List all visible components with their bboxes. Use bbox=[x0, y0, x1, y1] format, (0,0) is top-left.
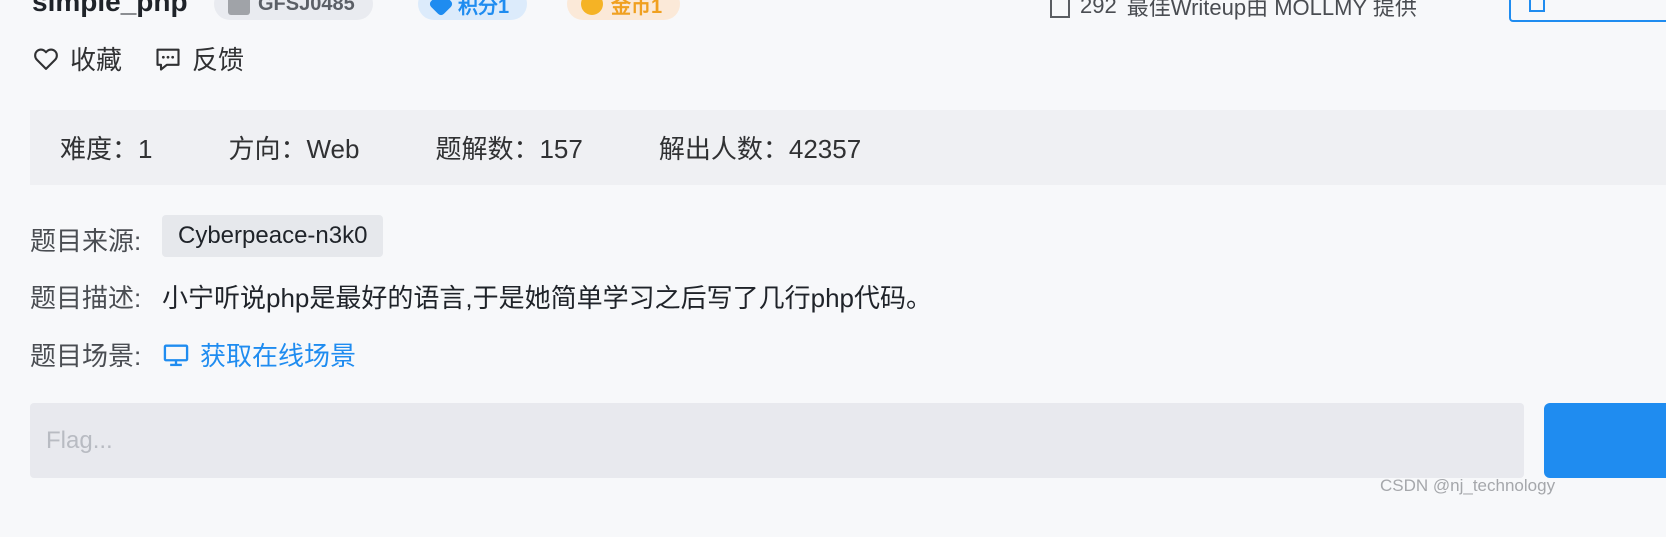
source-label: 题目来源: bbox=[30, 226, 142, 256]
favorite-label: 收藏 bbox=[70, 45, 123, 75]
user-badge-label: GFSJ0485 bbox=[258, 0, 355, 15]
writeup-info[interactable]: 292 最佳Writeup由 MOLLMY 提供 bbox=[1050, 0, 1417, 22]
solutions-count: 题解数：157 bbox=[435, 134, 583, 164]
coin-badge: 金币1 bbox=[567, 0, 681, 20]
source-tag[interactable]: Cyberpeace-n3k0 bbox=[162, 215, 384, 257]
get-scene-link[interactable]: 获取在线场景 bbox=[162, 336, 356, 373]
writeup-count: 292 bbox=[1080, 0, 1117, 18]
solvers-count: 解出人数：42357 bbox=[658, 134, 862, 164]
scene-label: 题目场景: bbox=[30, 341, 142, 371]
user-badge[interactable]: GFSJ0485 bbox=[214, 0, 373, 20]
flag-input[interactable] bbox=[30, 403, 1524, 478]
watermark: CSDN @nj_technology bbox=[1380, 476, 1556, 495]
coin-icon bbox=[581, 0, 603, 15]
score-icon bbox=[428, 0, 454, 17]
score-badge: 积分1 bbox=[418, 0, 528, 20]
coin-badge-label: 金币1 bbox=[611, 0, 663, 18]
description-text: 小宁听说php是最好的语言,于是她简单学习之后写了几行php代码。 bbox=[162, 283, 932, 313]
submit-flag-button[interactable] bbox=[1544, 403, 1666, 478]
description-label: 题目描述: bbox=[30, 283, 142, 313]
document-icon bbox=[1529, 0, 1545, 12]
writeup-count-icon bbox=[1050, 0, 1070, 18]
heart-icon bbox=[34, 47, 58, 70]
avatar-icon bbox=[228, 0, 250, 15]
writeup-text: 最佳Writeup由 MOLLMY 提供 bbox=[1126, 0, 1417, 20]
info-bar: 难度：1 方向：Web 题解数：157 解出人数：42357 bbox=[30, 110, 1666, 185]
score-badge-label: 积分1 bbox=[458, 0, 510, 18]
feedback-button[interactable]: 反馈 bbox=[154, 40, 244, 77]
action-row: 收藏 反馈 bbox=[32, 40, 244, 77]
challenge-title: simple_php bbox=[32, 0, 188, 17]
get-scene-label: 获取在线场景 bbox=[200, 341, 357, 371]
difficulty: 难度：1 bbox=[60, 134, 153, 164]
feedback-label: 反馈 bbox=[192, 45, 245, 75]
monitor-icon bbox=[163, 344, 189, 366]
favorite-button[interactable]: 收藏 bbox=[32, 40, 122, 77]
writeup-button[interactable] bbox=[1509, 0, 1666, 22]
direction: 方向：Web bbox=[228, 134, 360, 164]
feedback-icon bbox=[156, 48, 180, 71]
